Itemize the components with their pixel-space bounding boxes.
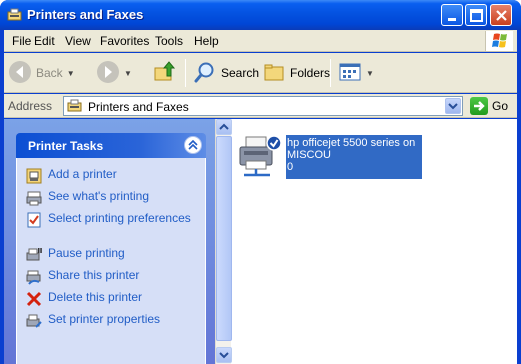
- back-dropdown-icon[interactable]: ▼: [67, 69, 75, 78]
- search-button[interactable]: Search: [193, 58, 259, 88]
- menu-file[interactable]: File: [12, 34, 31, 48]
- scroll-up-button[interactable]: [216, 119, 232, 135]
- address-bar: Address Printers and Faxes Go: [4, 94, 517, 118]
- forward-arrow-icon: [96, 60, 120, 87]
- address-label: Address: [8, 99, 53, 113]
- title-bar[interactable]: Printers and Faxes: [0, 0, 521, 30]
- address-dropdown-button[interactable]: [445, 98, 461, 114]
- menu-view[interactable]: View: [65, 34, 91, 48]
- task-set-printer-properties[interactable]: Set printer properties: [26, 313, 201, 329]
- windows-logo-icon: [485, 31, 513, 51]
- toolbar-separator: [185, 59, 186, 87]
- properties-icon: [26, 313, 42, 329]
- chevron-up-icon: [188, 139, 198, 150]
- maximize-button[interactable]: [465, 4, 487, 26]
- content-area: Printer Tasks Add a printer See what's p…: [4, 119, 517, 364]
- task-select-printing-preferences[interactable]: Select printing preferences: [26, 212, 201, 228]
- forward-button[interactable]: ▼: [96, 58, 132, 88]
- task-pause-printing[interactable]: Pause printing: [26, 247, 201, 263]
- add-printer-icon: [26, 168, 42, 184]
- printer-tasks-header[interactable]: Printer Tasks: [16, 133, 206, 158]
- printer-tasks-list: Add a printer See what's printing Select…: [16, 158, 206, 364]
- task-pane-scrollbar[interactable]: [215, 119, 232, 364]
- chevron-down-icon: [448, 103, 458, 110]
- close-button[interactable]: [490, 4, 512, 26]
- menu-bar: File Edit View Favorites Tools Help: [4, 30, 517, 52]
- print-queue-icon: [26, 190, 42, 206]
- views-dropdown-icon[interactable]: ▼: [366, 69, 374, 78]
- folders-icon: [262, 60, 286, 87]
- printer-tasks-title: Printer Tasks: [28, 139, 104, 153]
- pause-printer-icon: [26, 247, 42, 263]
- menu-favorites[interactable]: Favorites: [100, 34, 149, 48]
- printer-label: hp officejet 5500 series on MISCOU 0: [286, 135, 422, 179]
- task-add-printer[interactable]: Add a printer: [26, 168, 201, 184]
- up-folder-button[interactable]: [153, 58, 177, 88]
- chevron-down-icon: [219, 352, 229, 359]
- back-button[interactable]: Back ▼: [8, 58, 75, 88]
- menu-edit[interactable]: Edit: [34, 34, 55, 48]
- toolbar-separator: [330, 59, 331, 87]
- forward-dropdown-icon[interactable]: ▼: [124, 69, 132, 78]
- views-icon: [338, 60, 362, 87]
- address-input[interactable]: Printers and Faxes: [63, 96, 463, 116]
- go-arrow-icon: [470, 97, 488, 115]
- menu-help[interactable]: Help: [194, 34, 219, 48]
- printer-icon: [236, 133, 284, 181]
- search-icon: [193, 60, 217, 87]
- task-see-whats-printing[interactable]: See what's printing: [26, 190, 201, 206]
- views-button[interactable]: ▼: [338, 58, 374, 88]
- go-button[interactable]: Go: [470, 96, 508, 116]
- task-pane: Printer Tasks Add a printer See what's p…: [4, 119, 232, 364]
- share-printer-icon: [26, 269, 42, 285]
- window-title: Printers and Faxes: [27, 7, 144, 22]
- task-delete-printer[interactable]: Delete this printer: [26, 291, 201, 307]
- chevron-up-icon: [219, 123, 229, 130]
- task-share-printer[interactable]: Share this printer: [26, 269, 201, 285]
- preferences-icon: [26, 212, 42, 228]
- scroll-thumb[interactable]: [216, 136, 232, 341]
- printer-item[interactable]: hp officejet 5500 series on MISCOU 0: [236, 133, 426, 183]
- minimize-button[interactable]: [441, 4, 463, 26]
- explorer-window: Printers and Faxes File Edit View Favori…: [0, 0, 521, 364]
- standard-toolbar: Back ▼ ▼ Search Folders ▼: [4, 53, 517, 93]
- up-folder-icon: [153, 60, 177, 87]
- collapse-button[interactable]: [184, 136, 202, 154]
- delete-icon: [26, 291, 42, 307]
- back-arrow-icon: [8, 60, 32, 87]
- printers-folder-icon: [7, 7, 23, 23]
- folders-button[interactable]: Folders: [262, 58, 330, 88]
- address-value: Printers and Faxes: [88, 100, 189, 114]
- printers-folder-icon: [67, 98, 83, 114]
- printer-tasks-panel: Printer Tasks Add a printer See what's p…: [16, 133, 206, 364]
- menu-tools[interactable]: Tools: [155, 34, 183, 48]
- scroll-down-button[interactable]: [216, 347, 232, 363]
